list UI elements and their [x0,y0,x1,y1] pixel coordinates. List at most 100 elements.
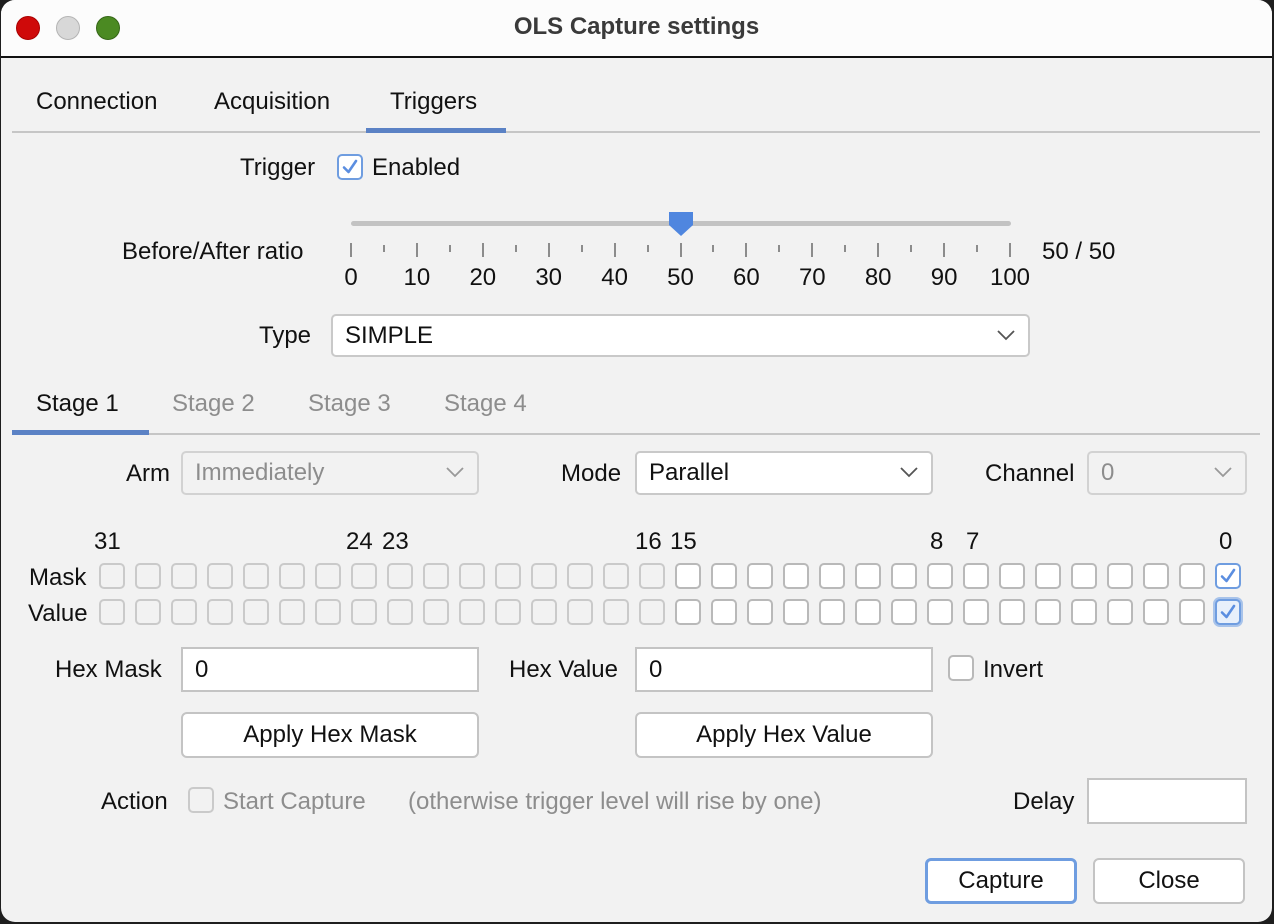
start-capture-label: Start Capture [223,788,366,815]
mask-bit-30-checkbox[interactable] [135,563,161,589]
value-bit-18-checkbox[interactable] [567,599,593,625]
mask-bit-31-checkbox[interactable] [99,563,125,589]
value-bit-0-checkbox[interactable] [1215,599,1241,625]
apply-hex-value-button[interactable]: Apply Hex Value [635,712,933,758]
value-bit-8-checkbox[interactable] [927,599,953,625]
slider-major-tick [811,243,814,257]
value-bit-29-checkbox[interactable] [171,599,197,625]
value-bit-20-checkbox[interactable] [495,599,521,625]
value-bit-7-checkbox[interactable] [963,599,989,625]
hex-mask-input[interactable]: 0 [181,647,479,692]
mask-bit-10-checkbox[interactable] [855,563,881,589]
mask-bit-0-checkbox[interactable] [1215,563,1241,589]
mask-bit-20-checkbox[interactable] [495,563,521,589]
value-bit-11-checkbox[interactable] [819,599,845,625]
slider-major-tick [679,243,682,257]
mode-select[interactable]: Parallel [635,451,933,495]
mask-bit-2-checkbox[interactable] [1143,563,1169,589]
delay-input[interactable] [1087,778,1247,824]
value-bit-21-checkbox[interactable] [459,599,485,625]
value-bit-25-checkbox[interactable] [315,599,341,625]
mask-bit-24-checkbox[interactable] [351,563,377,589]
mask-bit-22-checkbox[interactable] [423,563,449,589]
mask-bit-5-checkbox[interactable] [1035,563,1061,589]
mask-bit-3-checkbox[interactable] [1107,563,1133,589]
mask-bit-27-checkbox[interactable] [243,563,269,589]
value-bit-12-checkbox[interactable] [783,599,809,625]
checkmark-icon [1220,568,1236,583]
channel-select[interactable]: 0 [1087,451,1247,495]
ratio-slider-thumb[interactable] [668,211,694,237]
type-select-value: SIMPLE [345,321,434,349]
arm-select[interactable]: Immediately [181,451,479,495]
mask-bit-18-checkbox[interactable] [567,563,593,589]
mask-bit-6-checkbox[interactable] [999,563,1025,589]
close-button[interactable]: Close [1093,858,1245,904]
mask-bit-4-checkbox[interactable] [1071,563,1097,589]
arm-select-value: Immediately [195,459,325,486]
value-bit-15-checkbox[interactable] [675,599,701,625]
mask-bit-16-checkbox[interactable] [639,563,665,589]
capture-button[interactable]: Capture [925,858,1077,904]
mask-bit-12-checkbox[interactable] [783,563,809,589]
mask-bit-9-checkbox[interactable] [891,563,917,589]
mask-bit-21-checkbox[interactable] [459,563,485,589]
tab-acquisition[interactable]: Acquisition [214,88,330,116]
value-bit-6-checkbox[interactable] [999,599,1025,625]
mask-bit-7-checkbox[interactable] [963,563,989,589]
mask-bit-28-checkbox[interactable] [207,563,233,589]
slider-minor-tick [646,245,649,252]
value-bit-13-checkbox[interactable] [747,599,773,625]
mask-bit-1-checkbox[interactable] [1179,563,1205,589]
value-bit-10-checkbox[interactable] [855,599,881,625]
mask-bit-8-checkbox[interactable] [927,563,953,589]
value-bit-19-checkbox[interactable] [531,599,557,625]
tab-stage-2[interactable]: Stage 2 [172,390,255,418]
type-select[interactable]: SIMPLE [331,314,1030,357]
slider-major-tick [415,243,418,257]
value-bit-14-checkbox[interactable] [711,599,737,625]
value-bit-17-checkbox[interactable] [603,599,629,625]
slider-major-tick [877,243,880,257]
value-bit-3-checkbox[interactable] [1107,599,1133,625]
hex-value-input[interactable]: 0 [635,647,933,692]
value-bit-5-checkbox[interactable] [1035,599,1061,625]
mask-bit-26-checkbox[interactable] [279,563,305,589]
mask-bit-19-checkbox[interactable] [531,563,557,589]
value-bit-1-checkbox[interactable] [1179,599,1205,625]
action-label: Action [101,788,168,815]
tab-stage-1[interactable]: Stage 1 [36,390,119,418]
slider-minor-tick [712,245,715,252]
value-bit-26-checkbox[interactable] [279,599,305,625]
slider-tick-label: 60 [733,264,760,291]
mask-bit-14-checkbox[interactable] [711,563,737,589]
slider-major-tick [943,243,946,257]
value-bit-16-checkbox[interactable] [639,599,665,625]
mask-bit-25-checkbox[interactable] [315,563,341,589]
value-bit-28-checkbox[interactable] [207,599,233,625]
value-bit-22-checkbox[interactable] [423,599,449,625]
tab-triggers[interactable]: Triggers [390,88,477,116]
mask-bit-23-checkbox[interactable] [387,563,413,589]
start-capture-checkbox[interactable] [188,787,214,813]
value-bit-2-checkbox[interactable] [1143,599,1169,625]
value-bit-23-checkbox[interactable] [387,599,413,625]
slider-tick-label: 40 [601,264,628,291]
invert-checkbox[interactable] [948,655,974,681]
mask-bit-13-checkbox[interactable] [747,563,773,589]
mask-bit-17-checkbox[interactable] [603,563,629,589]
trigger-enabled-checkbox[interactable] [337,154,363,180]
mask-bit-29-checkbox[interactable] [171,563,197,589]
value-bit-30-checkbox[interactable] [135,599,161,625]
tab-connection[interactable]: Connection [36,88,157,116]
tab-stage-4[interactable]: Stage 4 [444,390,527,418]
value-bit-27-checkbox[interactable] [243,599,269,625]
value-bit-9-checkbox[interactable] [891,599,917,625]
tab-stage-3[interactable]: Stage 3 [308,390,391,418]
apply-hex-mask-button[interactable]: Apply Hex Mask [181,712,479,758]
value-bit-4-checkbox[interactable] [1071,599,1097,625]
mask-bit-15-checkbox[interactable] [675,563,701,589]
value-bit-24-checkbox[interactable] [351,599,377,625]
mask-bit-11-checkbox[interactable] [819,563,845,589]
value-bit-31-checkbox[interactable] [99,599,125,625]
